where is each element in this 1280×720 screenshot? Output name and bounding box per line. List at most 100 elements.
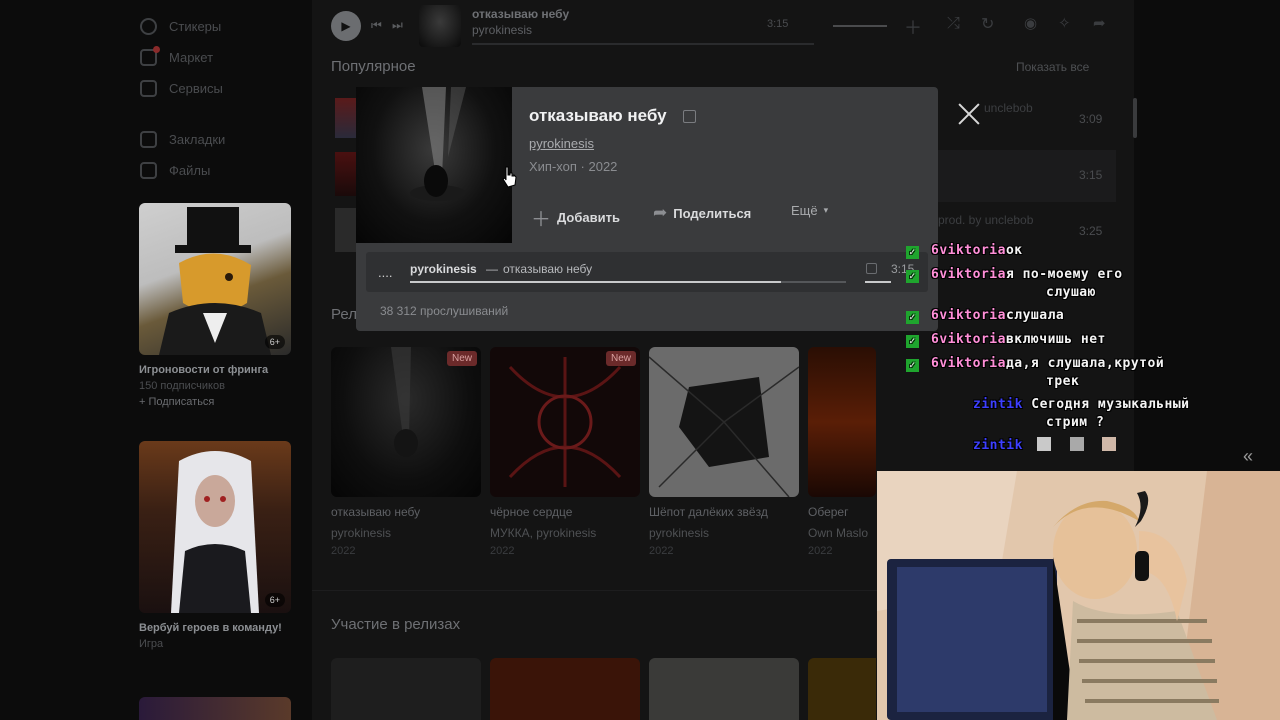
participation-cover[interactable]	[331, 658, 481, 720]
chat-text: да,я слушала,крутой	[1005, 356, 1165, 371]
chat-text: слушаю	[1046, 285, 1096, 300]
bag-icon	[140, 46, 160, 66]
chat-message: ✓ 6viktoriaслушала	[906, 306, 1064, 325]
release-year: 2022	[649, 545, 674, 557]
sidebar-item-files[interactable]: Файлы	[140, 162, 210, 179]
chat-text: трек	[1046, 374, 1080, 389]
participation-cover[interactable]	[490, 658, 640, 720]
track-progress-fill	[410, 281, 781, 283]
popup-cover	[356, 87, 512, 243]
participation-cover[interactable]	[649, 658, 799, 720]
release-artist[interactable]: Own Maslo	[808, 526, 868, 540]
release-cover[interactable]: New	[331, 347, 481, 497]
sidebar-item-services[interactable]: Сервисы	[140, 80, 223, 97]
player-progress[interactable]	[472, 43, 814, 45]
share-arrow-icon: ➦	[653, 203, 668, 222]
track-artist[interactable]: pyrokinesis	[410, 262, 477, 276]
chat-message-continuation: трек	[1046, 372, 1079, 391]
chat-collapse-icon[interactable]: «	[1243, 446, 1253, 467]
show-all-link[interactable]: Показать все	[1016, 60, 1089, 74]
player-artist[interactable]: pyrokinesis	[472, 23, 532, 37]
release-title[interactable]: отказываю небу	[331, 505, 420, 519]
hand-cursor-icon	[502, 166, 517, 188]
participation-cover[interactable]	[808, 658, 876, 720]
release-cover[interactable]	[808, 347, 876, 497]
track-progress[interactable]	[410, 281, 846, 283]
ad-card[interactable]: 6+ Вербуй героев в команду! Игра	[139, 441, 291, 652]
heroine-illustration	[171, 451, 259, 613]
scrollbar[interactable]	[1133, 98, 1137, 138]
close-icon[interactable]	[955, 100, 983, 128]
chat-text: слушала	[1005, 308, 1065, 323]
ad-title: Вербуй героев в команду!	[139, 622, 282, 634]
check-icon: ✓	[906, 359, 919, 372]
sidebar-item-label: Стикеры	[169, 19, 222, 34]
release-art	[508, 357, 622, 487]
release-cover[interactable]	[649, 347, 799, 497]
popup-track-row[interactable]: .... pyrokinesis — отказываю небу 3:15	[366, 252, 928, 292]
emote-icon	[1069, 437, 1084, 451]
release-artist[interactable]: pyrokinesis	[331, 526, 391, 540]
previous-icon[interactable]: ⏮	[371, 18, 382, 33]
popular-cover	[335, 208, 357, 252]
release-artist[interactable]: МУККА, pyrokinesis	[490, 526, 596, 540]
age-badge: 6+	[264, 593, 285, 607]
shuffle-icon[interactable]: ⤮	[947, 15, 960, 33]
sidebar-item-stickers[interactable]: Стикеры	[140, 18, 221, 35]
player-cover	[419, 5, 461, 47]
share-button[interactable]: ➦ Поделиться	[653, 203, 751, 223]
ad-image: 6+	[139, 203, 291, 355]
add-label: Добавить	[557, 210, 620, 225]
chat-username: zintik	[973, 397, 1023, 412]
ad-card[interactable]: 6+ Игроновости от фринга 150 подписчиков…	[139, 203, 291, 410]
volume-slider[interactable]	[833, 25, 887, 27]
subscribe-link[interactable]: + Подписаться	[139, 394, 291, 410]
release-title[interactable]: чёрное сердце	[490, 505, 572, 519]
sidebar-item-label: Маркет	[169, 50, 214, 65]
chat-message: ✓ 6viktoriaвключишь нет	[906, 330, 1106, 349]
track-separator: —	[486, 262, 498, 276]
release-artist[interactable]: pyrokinesis	[649, 526, 709, 540]
next-icon[interactable]: ⏭	[392, 18, 403, 33]
age-badge: 6+	[264, 335, 285, 349]
chat-username: 6viktoria	[931, 356, 1006, 371]
chat-message: ✓ 6viktoriaя по-моему его	[906, 265, 1123, 284]
emote-icon	[1101, 437, 1116, 451]
webcam-feed	[877, 471, 1280, 720]
repeat-icon[interactable]: ↻	[981, 14, 994, 34]
screen: Стикеры Маркет Сервисы Закладки Файлы 6+…	[0, 0, 1280, 720]
plus-icon: ＋	[531, 209, 551, 231]
share-icon[interactable]: ➦	[1093, 14, 1106, 32]
popular-row-extra: unclebob	[984, 101, 1033, 115]
release-title[interactable]: Шёпот далёких звёзд	[649, 505, 768, 519]
sidebar-item-market[interactable]: Маркет	[140, 46, 214, 66]
sidebar-item-bookmarks[interactable]: Закладки	[140, 131, 225, 148]
popup-genre-year: Хип-хоп · 2022	[529, 159, 618, 174]
sidebar-item-label: Закладки	[169, 132, 226, 147]
share-label: Поделиться	[673, 205, 752, 221]
ad-image-partial	[139, 697, 291, 720]
chat-message-continuation: стрим ?	[1046, 413, 1104, 432]
ad-title: Игроновости от фринга	[139, 364, 269, 376]
release-cover[interactable]: New	[490, 347, 640, 497]
chat-text: включишь нет	[1005, 332, 1106, 347]
track-index: ....	[378, 265, 393, 280]
chat-message: ✓ 6viktoriaок	[906, 241, 1023, 260]
more-button[interactable]: Ещё ▾	[791, 203, 828, 218]
popular-row-duration: 3:25	[1079, 224, 1103, 238]
new-badge: New	[446, 351, 477, 366]
chat-message: ✓ 6viktoriaда,я слушала,крутой	[906, 354, 1164, 373]
add-button[interactable]: ＋ Добавить	[531, 203, 620, 232]
chat-message-continuation: слушаю	[1046, 283, 1096, 302]
broadcast-icon[interactable]: ◉	[1024, 14, 1037, 32]
emote-icon	[1037, 437, 1052, 451]
popup-artist-link[interactable]: pyrokinesis	[529, 136, 594, 151]
track-volume[interactable]	[865, 281, 891, 283]
popup-track-title: отказываю небу	[529, 106, 667, 125]
release-title[interactable]: Оберег	[808, 505, 848, 519]
play-button[interactable]: ▶	[331, 11, 361, 41]
dragon-illustration	[159, 207, 271, 355]
add-icon[interactable]: ＋	[904, 14, 922, 40]
recommend-icon[interactable]: ✧	[1058, 14, 1071, 32]
chat-message: zintik Сегодня музыкальный	[973, 395, 1190, 414]
